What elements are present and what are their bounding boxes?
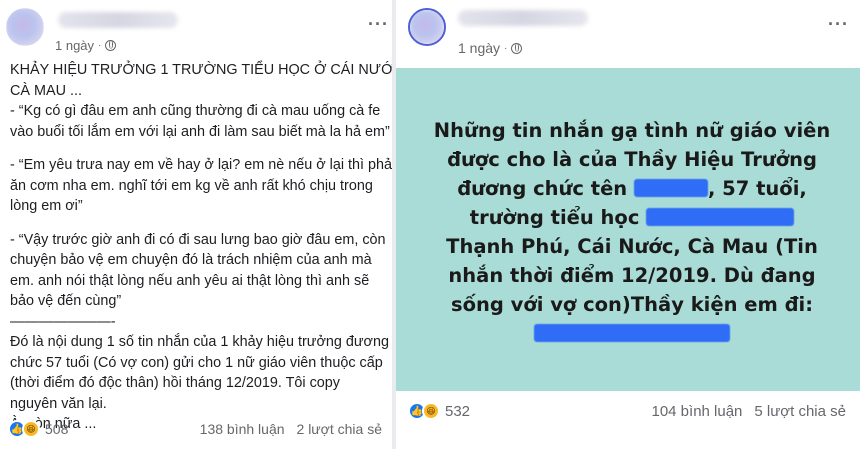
image-text-fragment: trường tiểu học bbox=[469, 206, 640, 229]
comment-count[interactable]: 138 bình luận bbox=[200, 421, 285, 437]
redaction-block bbox=[534, 324, 730, 342]
post-body-line: ———————- bbox=[10, 313, 116, 330]
separator-dot: · bbox=[98, 40, 102, 51]
avatar[interactable] bbox=[408, 8, 446, 46]
post-image[interactable]: Những tin nhắn gạ tình nữ giáo viên được… bbox=[396, 68, 860, 391]
separator-dot: · bbox=[504, 42, 508, 54]
redaction-block bbox=[633, 179, 708, 197]
image-text-line: đương chức tên , 57 tuổi, bbox=[422, 174, 842, 203]
reaction-count: 532 bbox=[445, 402, 471, 420]
globe-icon bbox=[105, 40, 117, 51]
post-body-line: - “Em yêu trưa nay em về hay ở lại? em n… bbox=[10, 157, 392, 173]
image-text-line: sống với vợ con)Thầy kiện em đi: bbox=[450, 293, 814, 316]
post-left: 1 ngày · ··· KHẢY HIỆU TRƯỞNG 1 TRƯỜNG T… bbox=[0, 0, 392, 449]
post-body-line: KHẢY HIỆU TRƯỞNG 1 TRƯỜNG TIỂU HỌC Ở CÁI… bbox=[10, 62, 392, 78]
image-text-line: nhắn thời điểm 12/2019. Dù đang bbox=[448, 264, 816, 287]
post-time[interactable]: 1 ngày · bbox=[55, 38, 117, 53]
post-body-line: bảo vệ đến cùng” bbox=[10, 293, 122, 309]
reaction-count: 508 bbox=[45, 421, 69, 437]
post-body-line: chức 57 tuổi (Có vợ con) gửi cho 1 nữ gi… bbox=[10, 354, 383, 371]
more-options-icon[interactable]: ··· bbox=[828, 14, 849, 35]
reactions-summary[interactable]: 👍 😆 532 bbox=[408, 402, 470, 420]
post-body-line bbox=[10, 217, 388, 230]
post-time[interactable]: 1 ngày · bbox=[458, 40, 523, 56]
post-body-line: lòng em ơi” bbox=[10, 198, 83, 214]
image-text-fragment: đương chức tên bbox=[457, 177, 628, 200]
post-footer: 👍 😆 508 138 bình luận 2 lượt chia sẻ bbox=[0, 420, 392, 438]
post-body-line: (thời điểm đó độc thân) hồi tháng 12/201… bbox=[10, 375, 340, 391]
post-body-line: ăn cơm nha em. nghĩ tới em kg về anh rất… bbox=[10, 177, 373, 194]
image-text-line: Thạnh Phú, Cái Nước, Cà Mau (Tin bbox=[446, 235, 818, 258]
more-options-icon[interactable]: ··· bbox=[368, 14, 389, 35]
post-body-line: CÀ MAU ... bbox=[10, 82, 82, 99]
post-body-line: - “Vậy trước giờ anh đi có đi sau lưng b… bbox=[10, 231, 386, 248]
image-text-line: Những tin nhắn gạ tình nữ giáo viên bbox=[433, 119, 831, 142]
post-body-line: em. anh nói thật lòng nếu anh yêu ai thậ… bbox=[10, 272, 370, 289]
post-body-line: chuyện bảo vệ em chuyện đó là trách nhiệ… bbox=[10, 252, 372, 268]
post-right: 1 ngày · ··· Những tin nhắn gạ tình nữ g… bbox=[396, 0, 860, 449]
haha-reaction-icon: 😆 bbox=[22, 420, 40, 438]
avatar[interactable] bbox=[6, 8, 44, 46]
image-text-line bbox=[422, 319, 842, 348]
image-text: Những tin nhắn gạ tình nữ giáo viên được… bbox=[422, 116, 842, 348]
post-body-line: Đó là nội dung 1 số tin nhắn của 1 khảy … bbox=[10, 334, 389, 350]
post-body-line: nguyên văn lại. bbox=[10, 395, 107, 412]
post-header: 1 ngày · ··· bbox=[0, 0, 392, 62]
post-time-label[interactable]: 1 ngày bbox=[55, 38, 94, 53]
redaction-block bbox=[646, 208, 795, 226]
globe-icon bbox=[511, 42, 523, 54]
comment-count[interactable]: 104 bình luận bbox=[651, 403, 742, 420]
author-name-blurred[interactable] bbox=[58, 12, 178, 28]
post-body-text: KHẢY HIỆU TRƯỞNG 1 TRƯỜNG TIỂU HỌC Ở CÁI… bbox=[10, 60, 392, 435]
image-text-line: trường tiểu học bbox=[422, 203, 842, 232]
share-count[interactable]: 2 lượt chia sẻ bbox=[297, 421, 382, 437]
post-time-label[interactable]: 1 ngày bbox=[458, 40, 500, 56]
post-body-line bbox=[10, 142, 388, 155]
image-text-line: được cho là của Thầy Hiệu Trưởng bbox=[447, 148, 817, 171]
post-header: 1 ngày · ··· bbox=[396, 0, 860, 62]
post-footer: 👍 😆 532 104 bình luận 5 lượt chia sẻ bbox=[396, 402, 860, 420]
post-body-line: vào buổi tối lắm em với lại anh đi làm s… bbox=[10, 123, 390, 140]
share-count[interactable]: 5 lượt chia sẻ bbox=[754, 403, 846, 420]
author-name-blurred[interactable] bbox=[458, 10, 588, 26]
reactions-summary[interactable]: 👍 😆 508 bbox=[8, 420, 68, 438]
post-body-line: - “Kg có gì đâu em anh cũng thường đi cà… bbox=[10, 103, 381, 119]
image-text-fragment: , 57 tuổi, bbox=[707, 177, 807, 200]
haha-reaction-icon: 😆 bbox=[422, 402, 440, 420]
